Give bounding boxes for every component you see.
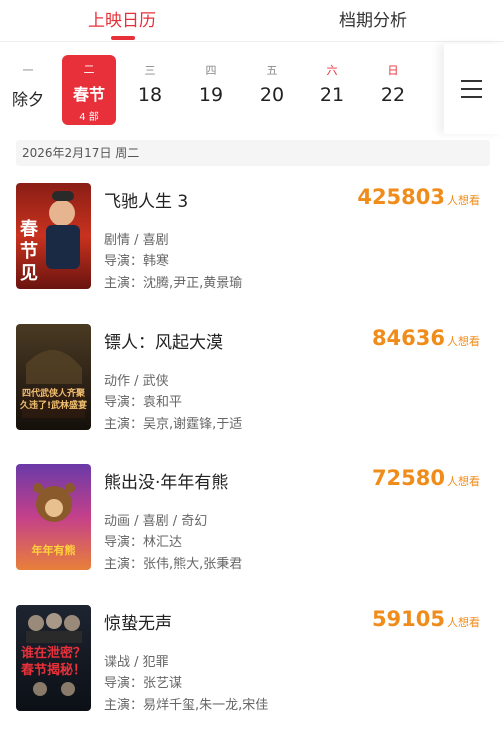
poster-text: 四代武侠人齐聚 久违了!武林盛宴 xyxy=(19,389,88,411)
weekday-label: 六 xyxy=(326,64,338,77)
movie-genre: 动画 / 喜剧 / 奇幻 xyxy=(104,514,208,529)
weekday-label: 日 xyxy=(387,64,399,77)
movie-title[interactable]: 飞驰人生 3 xyxy=(104,187,188,212)
movie-genre: 谍战 / 犯罪 xyxy=(104,655,169,670)
movie-director: 导演：张艺谋 xyxy=(104,676,183,691)
hamburger-menu-button[interactable] xyxy=(444,44,504,134)
movie-director: 导演：袁和平 xyxy=(104,395,183,410)
date-item-eve[interactable]: 一 除夕 xyxy=(0,54,56,126)
date-strip: 一 除夕 二 春节 4 部 三 18 四 19 五 20 六 21 日 22 xyxy=(0,44,504,134)
date-item-spring-festival[interactable]: 二 春节 4 部 xyxy=(62,55,116,125)
movie-title[interactable]: 惊蛰无声 xyxy=(104,609,172,634)
date-item-20[interactable]: 五 20 xyxy=(244,54,300,126)
want-to-see-count: 425803 人想看 xyxy=(357,185,480,209)
movie-poster[interactable]: 春节见 xyxy=(16,183,91,289)
want-count-number: 72580 xyxy=(371,466,445,490)
movie-cast: 主演：张伟,熊大,张秉君 xyxy=(104,557,243,572)
movie-item[interactable]: 谁在泄密？春节揭秘！ 惊蛰无声 59105 人想看 谍战 / 犯罪 导演：张艺谋 … xyxy=(0,605,504,715)
want-count-number: 84636 xyxy=(371,326,445,350)
movie-cast: 主演：沈腾,尹正,黄景瑜 xyxy=(104,276,243,291)
want-to-see-count: 59105 人想看 xyxy=(372,607,480,631)
poster-text: 春节见 xyxy=(20,219,38,284)
movie-poster[interactable]: 年年有熊 xyxy=(16,464,91,570)
date-section-header: 2026年2月17日 周二 xyxy=(16,140,490,166)
want-count-number: 425803 xyxy=(357,185,445,209)
movie-item[interactable]: 年年有熊 熊出没·年年有熊 72580 人想看 动画 / 喜剧 / 奇幻 导演：林… xyxy=(0,464,504,574)
movie-poster[interactable]: 四代武侠人齐聚 久违了!武林盛宴 xyxy=(16,324,91,430)
date-item-21[interactable]: 六 21 xyxy=(304,54,360,126)
date-label: 22 xyxy=(380,84,406,106)
want-count-unit: 人想看 xyxy=(447,616,480,629)
movie-title[interactable]: 镖人：风起大漠 xyxy=(104,328,223,353)
want-count-unit: 人想看 xyxy=(447,194,480,207)
want-count-unit: 人想看 xyxy=(447,335,480,348)
movie-count-label: 4 部 xyxy=(79,112,99,123)
movie-title[interactable]: 熊出没·年年有熊 xyxy=(104,468,228,493)
want-to-see-count: 84636 人想看 xyxy=(372,326,480,350)
date-label: 20 xyxy=(259,84,285,106)
movie-director: 导演：韩寒 xyxy=(104,254,170,269)
poster-text: 谁在泄密？春节揭秘！ xyxy=(20,646,86,678)
date-label: 除夕 xyxy=(11,90,44,109)
date-item-19[interactable]: 四 19 xyxy=(183,54,239,126)
date-label: 春节 xyxy=(72,85,105,104)
movie-genre: 剧情 / 喜剧 xyxy=(104,233,169,248)
movie-cast: 主演：易烊千玺,朱一龙,宋佳 xyxy=(104,698,269,713)
movie-item[interactable]: 春节见 飞驰人生 3 425803 人想看 剧情 / 喜剧 导演：韩寒 主演：沈腾… xyxy=(0,183,504,293)
top-tab-bar: 上映日历 档期分析 xyxy=(0,0,504,42)
want-count-unit: 人想看 xyxy=(447,475,480,488)
movie-genre: 动作 / 武侠 xyxy=(104,374,169,389)
active-tab-indicator xyxy=(111,36,135,40)
tab-release-calendar[interactable]: 上映日历 xyxy=(88,6,156,31)
movie-cast: 主演：吴京,谢霆锋,于适 xyxy=(104,417,243,432)
want-count-number: 59105 xyxy=(371,607,445,631)
weekday-label: 三 xyxy=(144,64,156,77)
movie-poster[interactable]: 谁在泄密？春节揭秘！ xyxy=(16,605,91,711)
weekday-label: 一 xyxy=(22,64,34,77)
poster-text: 年年有熊 xyxy=(31,544,76,557)
date-item-18[interactable]: 三 18 xyxy=(122,54,178,126)
date-label: 21 xyxy=(319,84,345,106)
weekday-label: 二 xyxy=(83,63,95,76)
movie-item[interactable]: 四代武侠人齐聚 久违了!武林盛宴 镖人：风起大漠 84636 人想看 动作 / 武… xyxy=(0,324,504,434)
weekday-label: 五 xyxy=(266,64,278,77)
date-item-22[interactable]: 日 22 xyxy=(365,54,421,126)
tab-schedule-analysis[interactable]: 档期分析 xyxy=(339,6,407,31)
weekday-label: 四 xyxy=(205,64,217,77)
date-label: 19 xyxy=(198,84,224,106)
date-label: 18 xyxy=(137,84,163,106)
want-to-see-count: 72580 人想看 xyxy=(372,466,480,490)
movie-director: 导演：林汇达 xyxy=(104,535,183,550)
